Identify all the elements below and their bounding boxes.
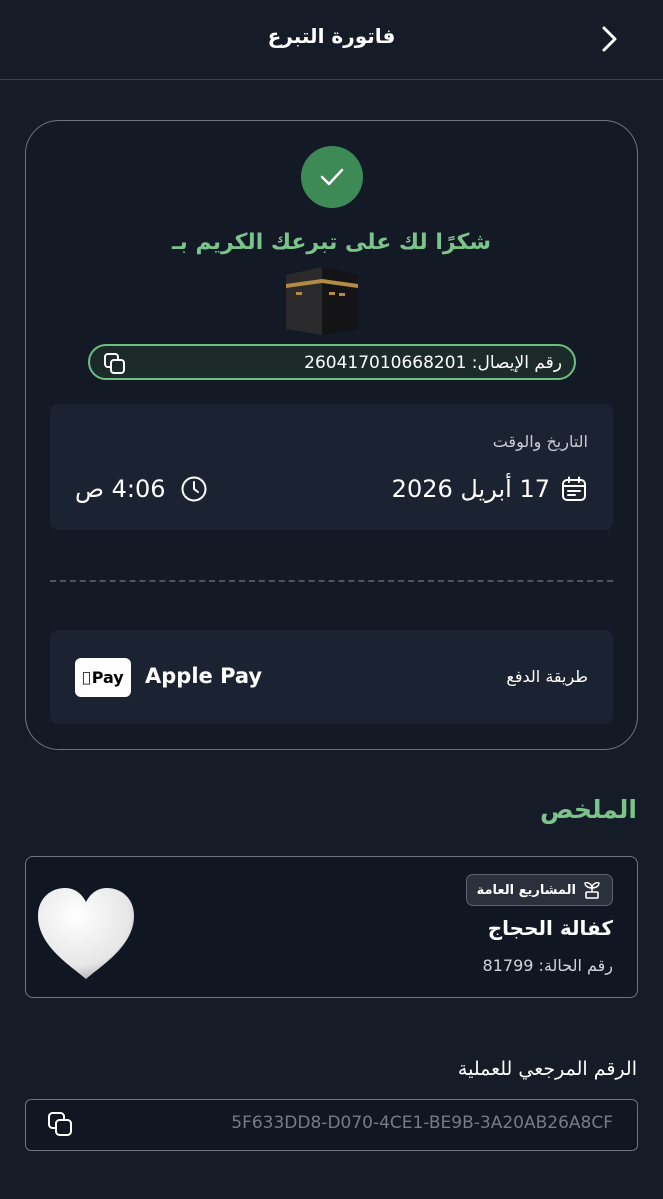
receipt-number-pill: رقم الإيصال: 260417010668201 [88, 344, 576, 380]
back-button[interactable] [596, 22, 624, 56]
clock-icon [181, 476, 207, 502]
date-row: 17 أبريل 2026 [392, 472, 588, 506]
chevron-right-icon [602, 26, 617, 52]
datetime-label: التاريخ والوقت [492, 432, 588, 451]
apple-pay-badge:  Pay [75, 658, 131, 697]
receipt-number: رقم الإيصال: 260417010668201 [304, 353, 562, 373]
date-value: 17 أبريل 2026 [391, 475, 550, 503]
page-title: فاتورة التبرع [267, 24, 396, 48]
case-number: رقم الحالة: 81799 [482, 956, 613, 975]
payment-method-label: طريقة الدفع [506, 667, 588, 686]
project-category-label: المشاريع العامة [476, 882, 576, 898]
calendar-icon [562, 476, 586, 501]
payment-method-value: Apple Pay [145, 664, 263, 688]
apple-icon:  [82, 670, 90, 686]
reference-field: 5F633DD8-D070-4CE1-BE9B-3A20AB26A8CF [25, 1099, 638, 1151]
copy-icon[interactable] [102, 351, 128, 377]
thank-you-message: شكرًا لك على تبرعك الكريم بـ [172, 230, 491, 255]
apple-pay-badge-text: Pay [87, 668, 124, 687]
payment-method-panel: طريقة الدفع  Pay Apple Pay [50, 630, 613, 724]
project-name: كفالة الحجاج [487, 916, 613, 940]
success-badge [301, 146, 363, 208]
summary-heading: الملخص [539, 795, 637, 824]
heart-icon [38, 888, 134, 979]
copy-icon[interactable] [46, 1110, 76, 1140]
reference-label: الرقم المرجعي للعملية [457, 1058, 637, 1080]
project-category-tag: المشاريع العامة [465, 874, 613, 906]
datetime-panel: التاريخ والوقت 17 أبريل 2026 4:06 ص [50, 404, 613, 530]
dashed-divider [50, 580, 613, 582]
time-value: 4:06 ص [75, 475, 166, 503]
reference-value: 5F633DD8-D070-4CE1-BE9B-3A20AB26A8CF [231, 1113, 613, 1133]
time-row: 4:06 ص [75, 472, 208, 506]
plant-icon [584, 882, 600, 899]
header-bar: فاتورة التبرع [0, 0, 663, 80]
kaaba-icon [286, 267, 358, 335]
checkmark-icon [320, 168, 344, 186]
